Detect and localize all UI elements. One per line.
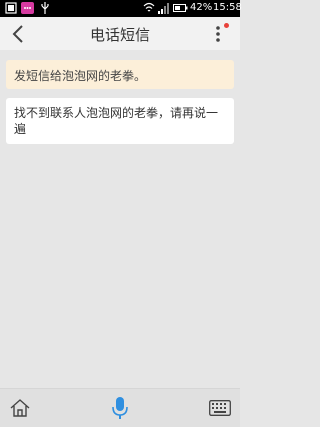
notification-square-icon [5, 2, 17, 14]
battery-percent: 42% [190, 2, 213, 13]
battery-icon [173, 4, 188, 12]
status-bar: 42% 15:58 [0, 0, 242, 17]
signal-icon [158, 3, 169, 14]
notification-dot [224, 23, 229, 28]
app-header: 电话短信 [0, 17, 240, 50]
usb-icon [41, 2, 49, 14]
keyboard-icon[interactable] [209, 400, 231, 416]
home-icon[interactable] [9, 398, 31, 418]
assistant-message-bubble: 找不到联系人泡泡网的老拳，请再说一遍 [6, 98, 234, 144]
clock: 15:58 [213, 2, 242, 13]
user-message-text: 发短信给泡泡网的老拳。 [14, 69, 147, 83]
user-message-bubble: 发短信给泡泡网的老拳。 [6, 60, 234, 89]
wifi-icon [143, 2, 155, 12]
assistant-message-text: 找不到联系人泡泡网的老拳，请再说一遍 [14, 106, 219, 136]
bottom-bar [0, 388, 240, 427]
chat-bubble-icon [21, 2, 34, 14]
microphone-icon[interactable] [111, 396, 129, 420]
page-title: 电话短信 [89, 26, 150, 44]
